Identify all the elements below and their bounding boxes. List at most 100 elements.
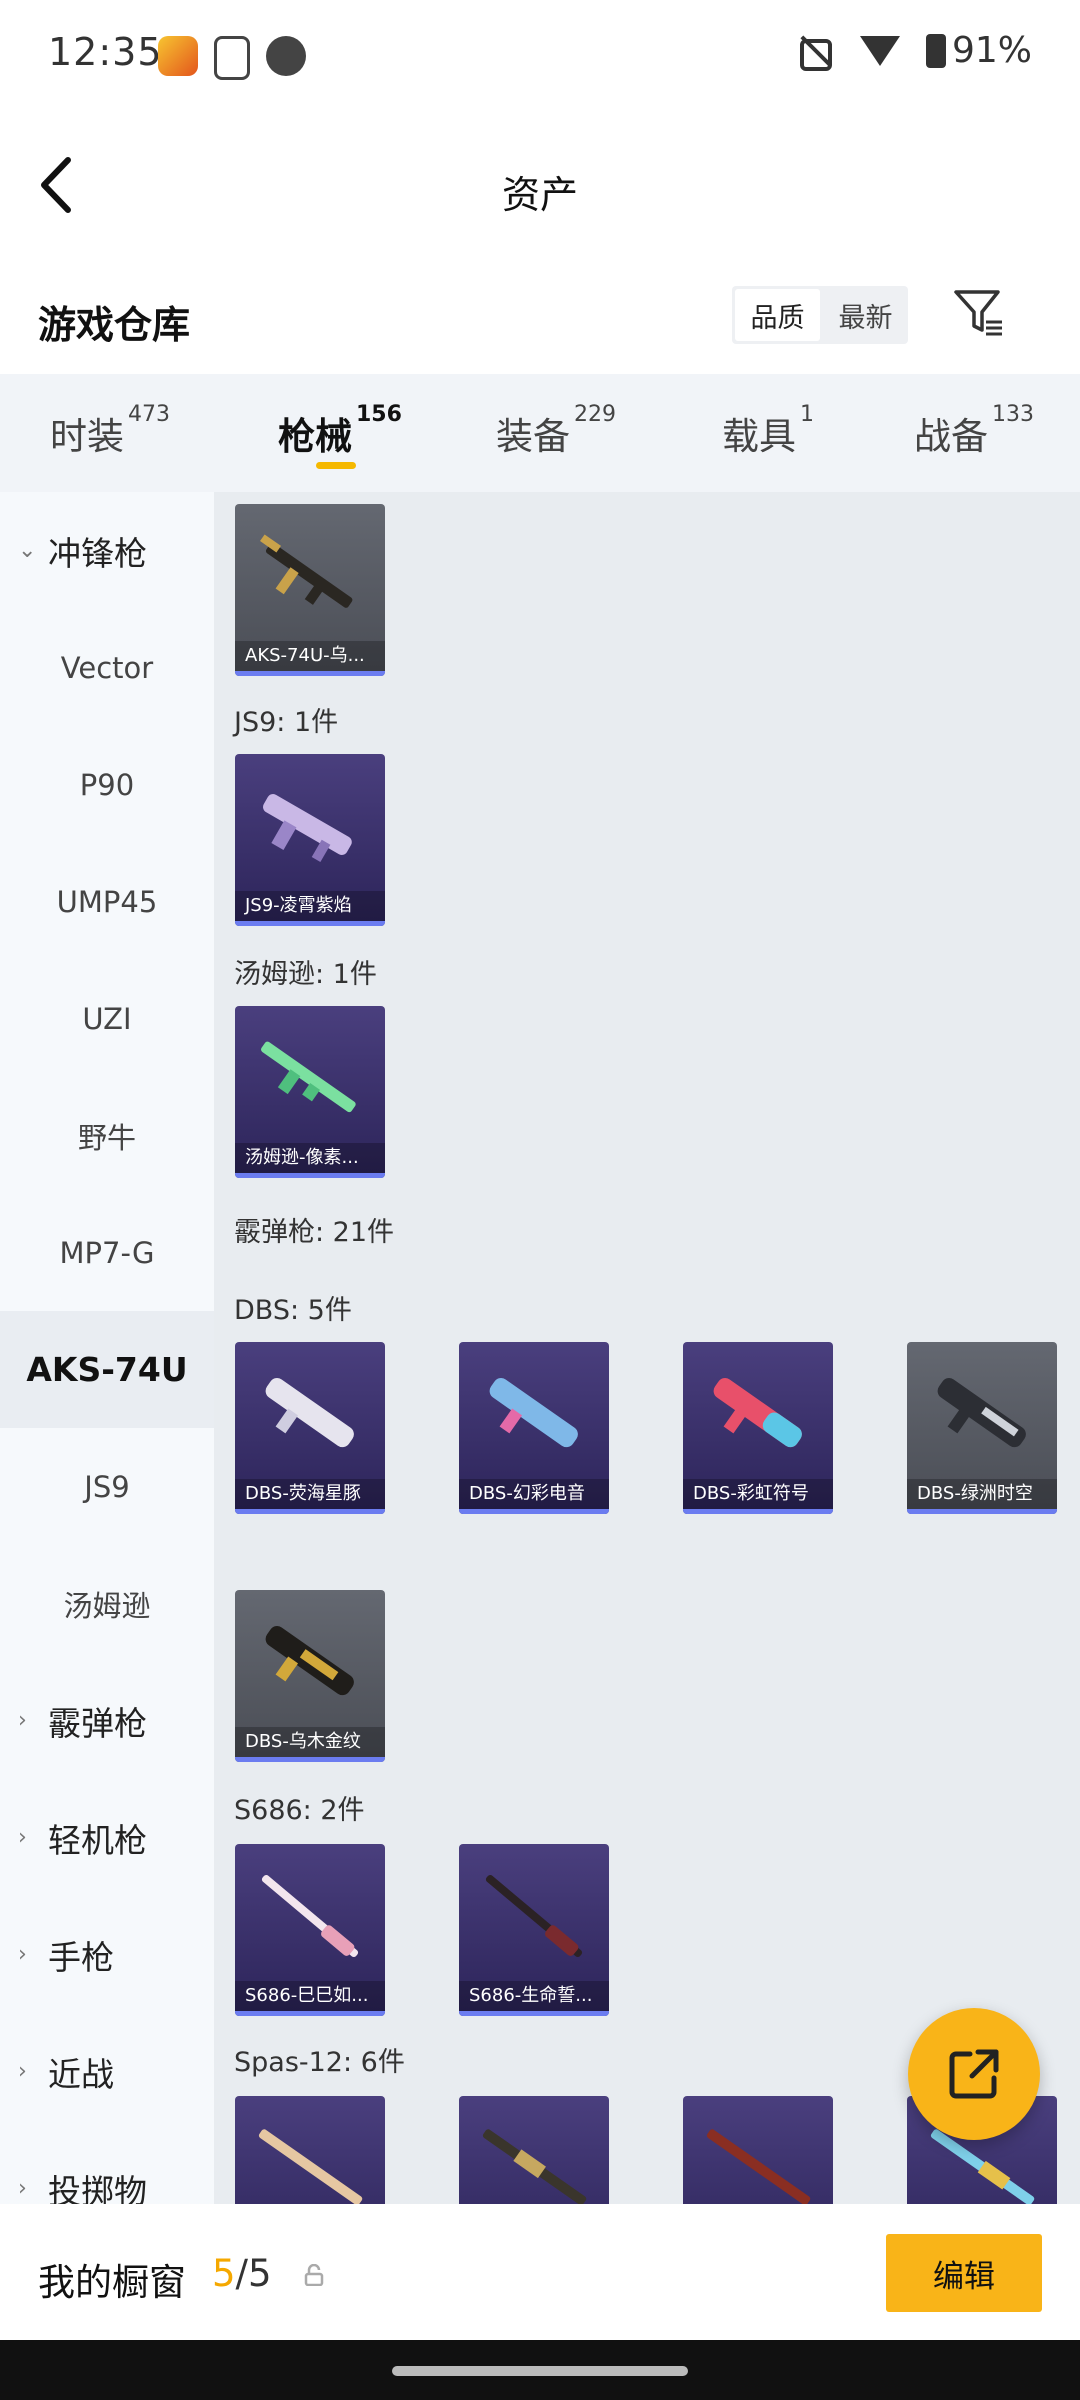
- sidebar-item-mp7g[interactable]: MP7-G: [0, 1194, 214, 1311]
- sidebar-item-label: 冲锋枪: [48, 533, 147, 573]
- sidebar-group-shotgun[interactable]: › 霰弹枪: [0, 1662, 214, 1779]
- skin-name: 汤姆逊-像素...: [235, 1143, 385, 1173]
- tab-count: 156: [356, 402, 402, 427]
- gun-image: [713, 1378, 802, 1448]
- chevron-down-icon: ⌄: [18, 538, 37, 563]
- sidebar-item-ump45[interactable]: UMP45: [0, 843, 214, 960]
- group-heading-dbs: DBS: 5件: [234, 1295, 352, 1326]
- skin-card-spas-2[interactable]: [459, 2096, 609, 2204]
- skin-card-spas-1[interactable]: [235, 2096, 385, 2204]
- tab-label: 载具: [722, 415, 796, 458]
- app-header: 资产: [0, 112, 1080, 256]
- skin-card-dbs-5[interactable]: DBS-乌木金纹: [235, 1590, 385, 1762]
- battery-level: 91%: [951, 30, 1032, 71]
- gun-image: [489, 1378, 578, 1448]
- share-button[interactable]: [908, 2008, 1040, 2140]
- filter-icon[interactable]: [952, 286, 1006, 340]
- group-heading-s686: S686: 2件: [234, 1795, 365, 1826]
- calendar-icon: [266, 36, 306, 76]
- skin-card-dbs-4[interactable]: DBS-绿洲时空: [907, 1342, 1057, 1514]
- sidebar-group-pistol[interactable]: › 手枪: [0, 1896, 214, 2013]
- sidebar-item-label: 近战: [48, 2054, 114, 2094]
- chevron-right-icon: ›: [18, 1942, 27, 1967]
- sidebar-group-smg[interactable]: ⌄ 冲锋枪: [0, 492, 214, 609]
- skin-card-dbs-2[interactable]: DBS-幻彩电音: [459, 1342, 609, 1514]
- gun-image: [485, 1874, 583, 1958]
- sidebar-item-vector[interactable]: Vector: [0, 609, 214, 726]
- tab-combat-gear[interactable]: 战备133: [914, 402, 1034, 460]
- tab-firearms[interactable]: 枪械156: [278, 402, 402, 460]
- skin-card-aks74u[interactable]: AKS-74U-乌...: [235, 504, 385, 676]
- active-tab-indicator: [316, 462, 356, 469]
- group-heading-shotgun: 霰弹枪: 21件: [234, 1217, 395, 1248]
- skin-card-dbs-3[interactable]: DBS-彩虹符号: [683, 1342, 833, 1514]
- tab-count: 473: [128, 402, 170, 427]
- skin-name: DBS-绿洲时空: [907, 1479, 1057, 1509]
- showcase-current: 5: [212, 2252, 236, 2295]
- sort-toggle: 品质 最新: [732, 286, 908, 344]
- phone-icon: [214, 36, 250, 80]
- tab-fashion[interactable]: 时装473: [50, 402, 170, 460]
- gun-image: [261, 1874, 359, 1958]
- wifi-icon: [859, 35, 900, 66]
- sidebar-item-uzi[interactable]: UZI: [0, 960, 214, 1077]
- chevron-right-icon: ›: [18, 1825, 27, 1850]
- status-bar: 12:35 91%: [0, 0, 1080, 112]
- home-gesture-handle[interactable]: [392, 2366, 688, 2376]
- showcase-count: 5/5: [212, 2252, 272, 2295]
- gun-image: [261, 1041, 356, 1113]
- skin-card-thompson[interactable]: 汤姆逊-像素...: [235, 1006, 385, 1178]
- category-tabs: 时装473 枪械156 装备229 载具1 战备133: [0, 374, 1080, 492]
- tab-label: 装备: [496, 415, 570, 458]
- sidebar-group-throwable[interactable]: › 投掷物: [0, 2130, 214, 2205]
- gun-image: [265, 1626, 354, 1696]
- sidebar-item-label: 投掷物: [48, 2171, 147, 2205]
- skin-card-s686-1[interactable]: S686-巳巳如...: [235, 1844, 385, 2016]
- gun-image: [265, 1378, 354, 1448]
- tab-count: 133: [992, 402, 1034, 427]
- sidebar-item-js9[interactable]: JS9: [0, 1428, 214, 1545]
- sidebar-group-melee[interactable]: › 近战: [0, 2013, 214, 2130]
- skin-name: DBS-幻彩电音: [459, 1479, 609, 1509]
- gun-image: [482, 2129, 587, 2204]
- showcase-total: /5: [235, 2252, 272, 2295]
- chevron-right-icon: ›: [18, 2176, 27, 2201]
- tab-equipment[interactable]: 装备229: [496, 402, 616, 460]
- warehouse-header: 游戏仓库 品质 最新: [0, 256, 1080, 374]
- tab-vehicles[interactable]: 载具1: [722, 402, 814, 460]
- skin-name: S686-巳巳如...: [235, 1981, 385, 2011]
- status-time: 12:35: [48, 30, 163, 74]
- share-icon: [949, 2049, 999, 2099]
- weapon-category-sidebar: ⌄ 冲锋枪 Vector P90 UMP45 UZI 野牛 MP7-G AKS-…: [0, 492, 214, 2204]
- mute-icon: [796, 33, 834, 71]
- skin-card-js9[interactable]: JS9-凌霄紫焰: [235, 754, 385, 926]
- weapon-grid: AKS-74U-乌... JS9: 1件 JS9-凌霄紫焰 汤姆逊: 1件 汤姆…: [214, 492, 1080, 2204]
- sidebar-item-thompson[interactable]: 汤姆逊: [0, 1545, 214, 1662]
- tab-label: 枪械: [278, 415, 352, 458]
- tab-label: 战备: [914, 415, 988, 458]
- sidebar-item-label: 手枪: [48, 1937, 114, 1977]
- gun-image: [706, 2129, 811, 2204]
- sidebar-item-label: 霰弹枪: [48, 1703, 147, 1743]
- sidebar-item-aks74u[interactable]: AKS-74U: [0, 1311, 214, 1428]
- skin-card-spas-3[interactable]: [683, 2096, 833, 2204]
- edit-button[interactable]: 编辑: [886, 2234, 1042, 2312]
- sort-quality-button[interactable]: 品质: [735, 289, 820, 341]
- skin-card-s686-2[interactable]: S686-生命誓...: [459, 1844, 609, 2016]
- status-icons: 91%: [796, 30, 1032, 71]
- showcase-bar: 我的橱窗 5/5 编辑: [0, 2204, 1080, 2340]
- sidebar-group-lmg[interactable]: › 轻机枪: [0, 1779, 214, 1896]
- page-title: 资产: [501, 173, 578, 217]
- skin-name: S686-生命誓...: [459, 1981, 609, 2011]
- sidebar-item-bizon[interactable]: 野牛: [0, 1077, 214, 1194]
- gun-image: [258, 2129, 363, 2204]
- skin-name: DBS-乌木金纹: [235, 1727, 385, 1757]
- skin-name: AKS-74U-乌...: [235, 641, 385, 671]
- sort-newest-button[interactable]: 最新: [823, 286, 908, 344]
- skin-name: DBS-彩虹符号: [683, 1479, 833, 1509]
- game-app-icon: [158, 36, 198, 76]
- skin-card-dbs-1[interactable]: DBS-荧海星豚: [235, 1342, 385, 1514]
- chevron-right-icon: ›: [18, 1708, 27, 1733]
- sidebar-item-p90[interactable]: P90: [0, 726, 214, 843]
- group-heading-js9: JS9: 1件: [234, 707, 339, 738]
